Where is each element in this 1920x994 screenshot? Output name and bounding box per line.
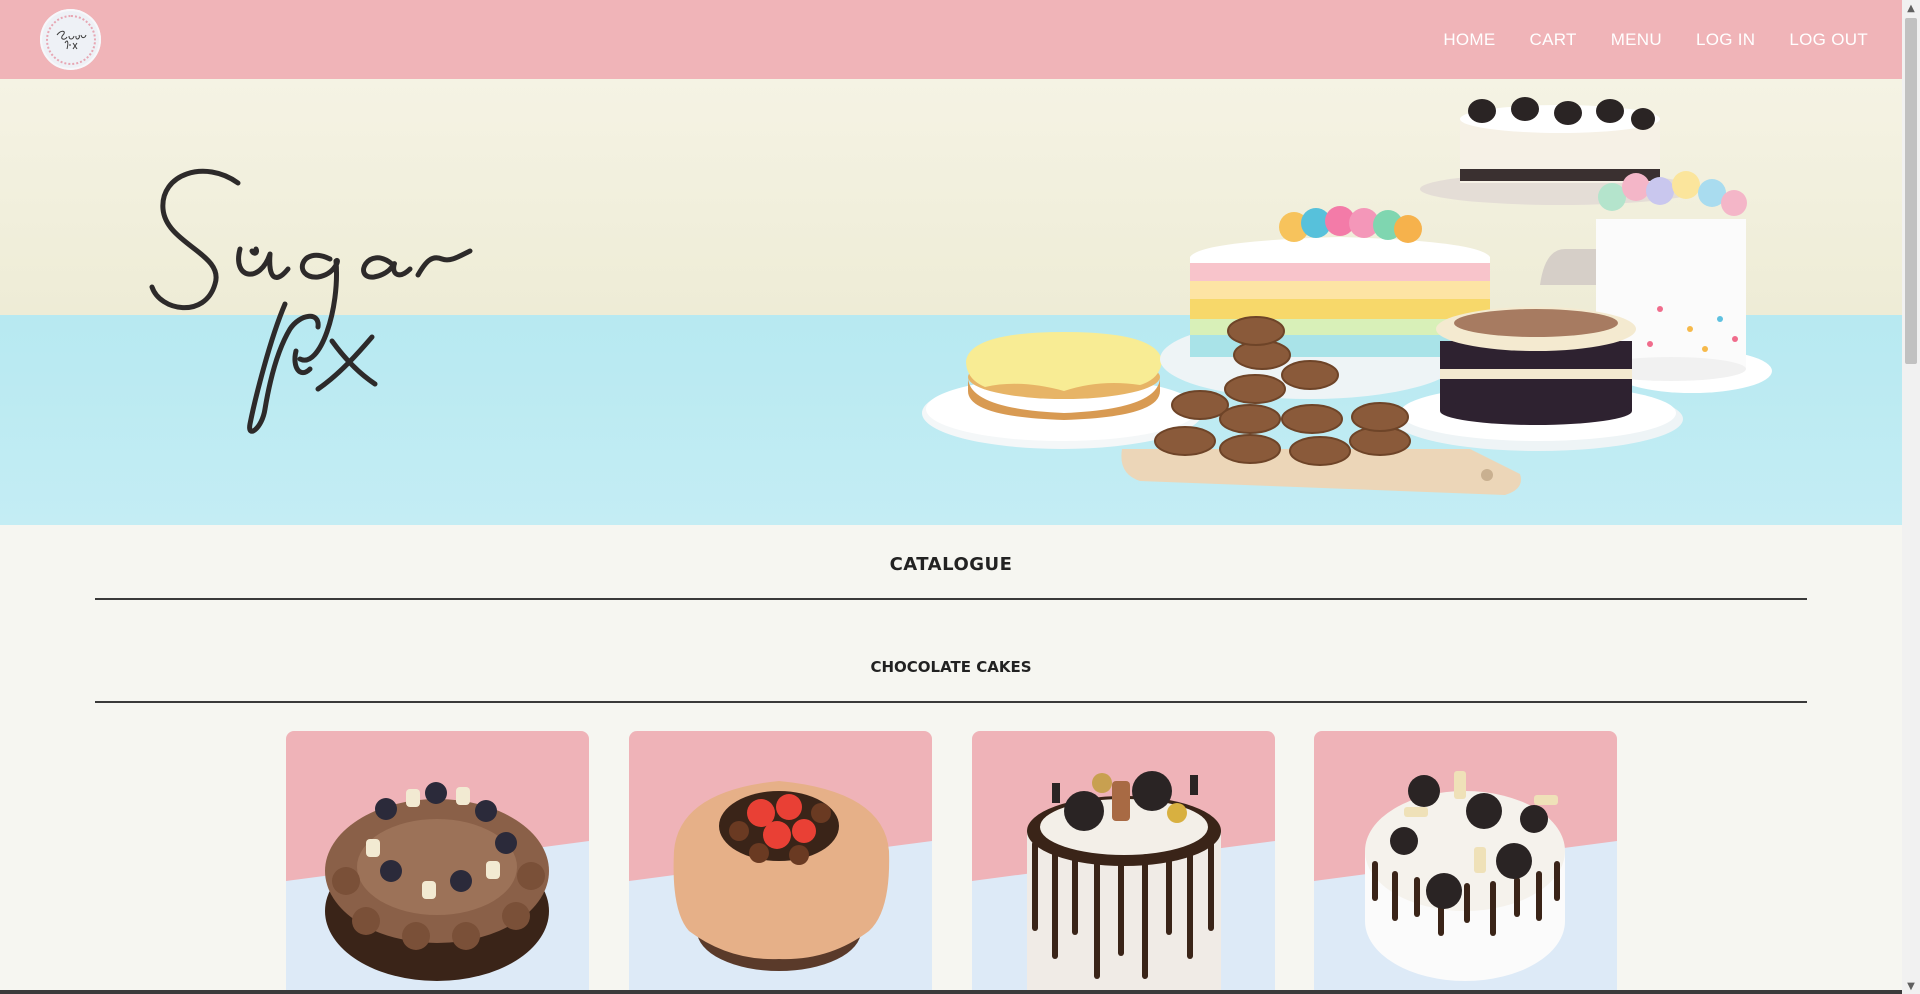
product-card-1[interactable]: [286, 731, 589, 994]
nav-logout-link[interactable]: LOG OUT: [1789, 30, 1868, 50]
navbar: HOME CART MENU LOG IN LOG OUT: [0, 0, 1902, 79]
logo-script-icon: [56, 30, 86, 49]
product-card-3[interactable]: [972, 731, 1275, 994]
page-scrollbar[interactable]: ▲ ▼: [1902, 0, 1920, 994]
hero-banner: [0, 79, 1902, 525]
nav-home-link[interactable]: HOME: [1443, 30, 1495, 50]
category-title: CHOCOLATE CAKES: [870, 658, 1032, 676]
catalogue-title: CATALOGUE: [889, 554, 1013, 575]
logo-ring: [45, 14, 96, 65]
hero-image: [0, 79, 1902, 525]
nav-menu-link[interactable]: MENU: [1611, 30, 1662, 50]
logo[interactable]: [40, 9, 101, 70]
product-image-2: [629, 731, 932, 994]
scroll-thumb[interactable]: [1905, 18, 1917, 364]
scroll-up-icon[interactable]: ▲: [1902, 0, 1920, 16]
page: HOME CART MENU LOG IN LOG OUT CATALOGUE …: [0, 0, 1902, 994]
category-divider: [95, 701, 1807, 703]
nav-login-link[interactable]: LOG IN: [1696, 30, 1755, 50]
catalogue-divider: [95, 598, 1807, 600]
nav-links: HOME CART MENU LOG IN LOG OUT: [1409, 0, 1868, 79]
product-image-1: [286, 731, 589, 994]
product-card-2[interactable]: [629, 731, 932, 994]
product-image-4: [1314, 731, 1617, 994]
product-image-3: [972, 731, 1275, 994]
product-card-4[interactable]: [1314, 731, 1617, 994]
taskbar-edge: [0, 990, 1902, 994]
scroll-down-icon[interactable]: ▼: [1902, 978, 1920, 994]
nav-cart-link[interactable]: CART: [1530, 30, 1577, 50]
